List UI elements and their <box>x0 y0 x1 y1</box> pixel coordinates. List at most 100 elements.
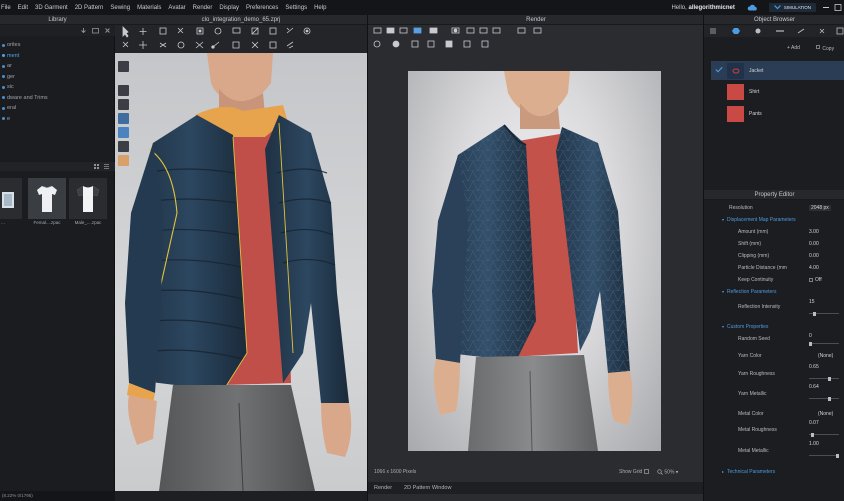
tree-item-general[interactable]: eral <box>0 103 115 114</box>
library-panel: Library orites ment ar ger sic dware and… <box>0 15 115 501</box>
render-window: Render 1066 x 1600 Pixels Show Grid 50% … <box>367 15 704 501</box>
tree-item-hanger[interactable]: ger <box>0 72 115 83</box>
menu-help[interactable]: Help <box>314 5 326 11</box>
menu-sewing[interactable]: Sewing <box>110 5 130 11</box>
fabric-item-pants[interactable]: Pants <box>711 104 844 123</box>
avatar-display-button[interactable] <box>118 85 129 96</box>
tree-item-e[interactable]: e <box>0 114 115 125</box>
metal-metallic-slider[interactable] <box>809 453 839 458</box>
grid-checkbox[interactable] <box>643 469 649 475</box>
menu-settings[interactable]: Settings <box>285 5 307 11</box>
tree-item-hardware[interactable]: dware and Trims <box>0 93 115 104</box>
render-tools-icons[interactable] <box>368 25 704 53</box>
library-title: Library <box>48 16 67 23</box>
mode-label: SIMULATION <box>783 5 811 10</box>
fabric-item-jacket[interactable]: Jacket <box>711 61 844 80</box>
username[interactable]: allegorithmicnet <box>688 5 734 11</box>
menu-display[interactable]: Display <box>219 5 239 11</box>
skin-button[interactable] <box>118 155 129 166</box>
grid-view-icon[interactable] <box>93 163 100 170</box>
tree-item-avatar[interactable]: ar <box>0 61 115 72</box>
technical-section[interactable]: Technical Parameters <box>704 467 844 477</box>
list-view-icon[interactable] <box>103 163 110 170</box>
seed-input[interactable]: 0 <box>809 333 812 339</box>
texture-display-button[interactable] <box>118 113 129 124</box>
custom-section[interactable]: Custom Properties <box>704 322 844 332</box>
particle-row: Particle Distance (mm 4.00 <box>738 265 819 271</box>
avatar-3d-illustration <box>125 53 352 491</box>
folder-icon <box>2 54 5 58</box>
zoom-control[interactable]: 50% ▾ <box>657 469 678 475</box>
bottom-tabs: Render 2D Pattern Window <box>368 482 704 494</box>
pin-button[interactable] <box>118 141 129 152</box>
particle-input[interactable]: 4.00 <box>809 265 819 271</box>
menu-3d-garment[interactable]: 3D Garment <box>35 5 68 11</box>
menu-preferences[interactable]: Preferences <box>246 5 278 11</box>
yarn-roughness-slider[interactable] <box>809 376 839 381</box>
close-icon[interactable] <box>104 27 111 34</box>
seed-slider[interactable] <box>809 341 839 346</box>
amount-input[interactable]: 3.00 <box>809 229 819 235</box>
reflection-section[interactable]: Reflection Parameters <box>704 287 844 297</box>
3d-window-header: clo_integration_demo_65.zprj <box>115 15 367 25</box>
fabric-item-shirt[interactable]: Shirt <box>711 82 844 101</box>
menu-edit[interactable]: Edit <box>18 5 28 11</box>
object-type-tab-icons[interactable] <box>704 25 844 37</box>
dropdown-icon: ▾ <box>675 469 679 476</box>
thumbnail-toolbar <box>0 162 115 171</box>
cloud-icon[interactable] <box>747 4 757 11</box>
shift-input[interactable]: 0.00 <box>809 241 819 247</box>
jacket-label: Jacket <box>749 67 764 74</box>
tree-item-fabric[interactable]: sic <box>0 82 115 93</box>
metal-color-picker[interactable]: (None) <box>818 411 833 417</box>
property-editor-title: Property Editor <box>754 191 795 198</box>
shading-button[interactable] <box>118 127 129 138</box>
add-folder-icon[interactable] <box>92 27 99 34</box>
folder-icon <box>2 75 5 79</box>
mode-selector[interactable]: SIMULATION <box>768 3 816 12</box>
menu-avatar[interactable]: Avatar <box>168 5 185 11</box>
library-thumbnail-female[interactable]: Femal....zpac <box>28 178 66 226</box>
menu-2d-pattern[interactable]: 2D Pattern <box>75 5 104 11</box>
tree-item-favorites[interactable]: orites <box>0 40 115 51</box>
yarn-color-picker[interactable]: (None) <box>818 353 833 359</box>
metal-roughness-slider[interactable] <box>809 432 839 437</box>
yarn-metallic-slider[interactable] <box>809 396 839 401</box>
metal-roughness-input[interactable]: 0.07 <box>809 420 819 426</box>
menu-render[interactable]: Render <box>193 5 213 11</box>
maximize-button[interactable] <box>832 0 844 15</box>
clipping-input[interactable]: 0.00 <box>809 253 819 259</box>
folder-icon <box>2 96 5 100</box>
reflection-slider[interactable] <box>809 311 839 316</box>
displacement-section[interactable]: Displacement Map Parameters <box>704 215 844 225</box>
yarn-color-row: Yarn Color (None) <box>738 353 834 359</box>
copy-button[interactable]: Copy <box>816 45 834 52</box>
add-button[interactable]: + Add <box>787 45 800 51</box>
resolution-row: Resolution 2048 px <box>729 205 831 211</box>
chevron-icon <box>773 5 781 10</box>
view-mode-button[interactable] <box>118 61 129 72</box>
render-canvas[interactable] <box>408 71 661 451</box>
tab-2d-pattern-window[interactable]: 2D Pattern Window <box>404 485 451 491</box>
tree-item-garment[interactable]: ment <box>0 51 115 62</box>
resolution-select[interactable]: 2048 px <box>809 205 831 211</box>
yarn-roughness-input[interactable]: 0.65 <box>809 364 819 370</box>
pants-swatch <box>727 105 744 122</box>
keep-continuity-checkbox[interactable]: Off <box>809 277 822 283</box>
tab-render[interactable]: Render <box>374 485 392 491</box>
metal-metallic-input[interactable]: 1.00 <box>809 441 819 447</box>
menu-materials[interactable]: Materials <box>137 5 161 11</box>
garment-display-button[interactable] <box>118 99 129 110</box>
folder-icon <box>2 43 5 47</box>
library-thumbnail[interactable]: ... <box>0 178 22 226</box>
show-grid-toggle[interactable]: Show Grid <box>619 469 651 475</box>
download-icon[interactable] <box>80 27 87 34</box>
reflection-input[interactable]: 15 <box>809 299 815 305</box>
library-thumbnail-male[interactable]: Male_....zpac <box>69 178 107 226</box>
minimize-button[interactable] <box>820 0 832 15</box>
shirt-label: Shirt <box>749 88 760 95</box>
yarn-metallic-input[interactable]: 0.64 <box>809 384 819 390</box>
3d-tools-icons[interactable] <box>115 25 367 53</box>
menu-file[interactable]: File <box>1 5 11 11</box>
3d-viewport[interactable] <box>115 53 367 491</box>
